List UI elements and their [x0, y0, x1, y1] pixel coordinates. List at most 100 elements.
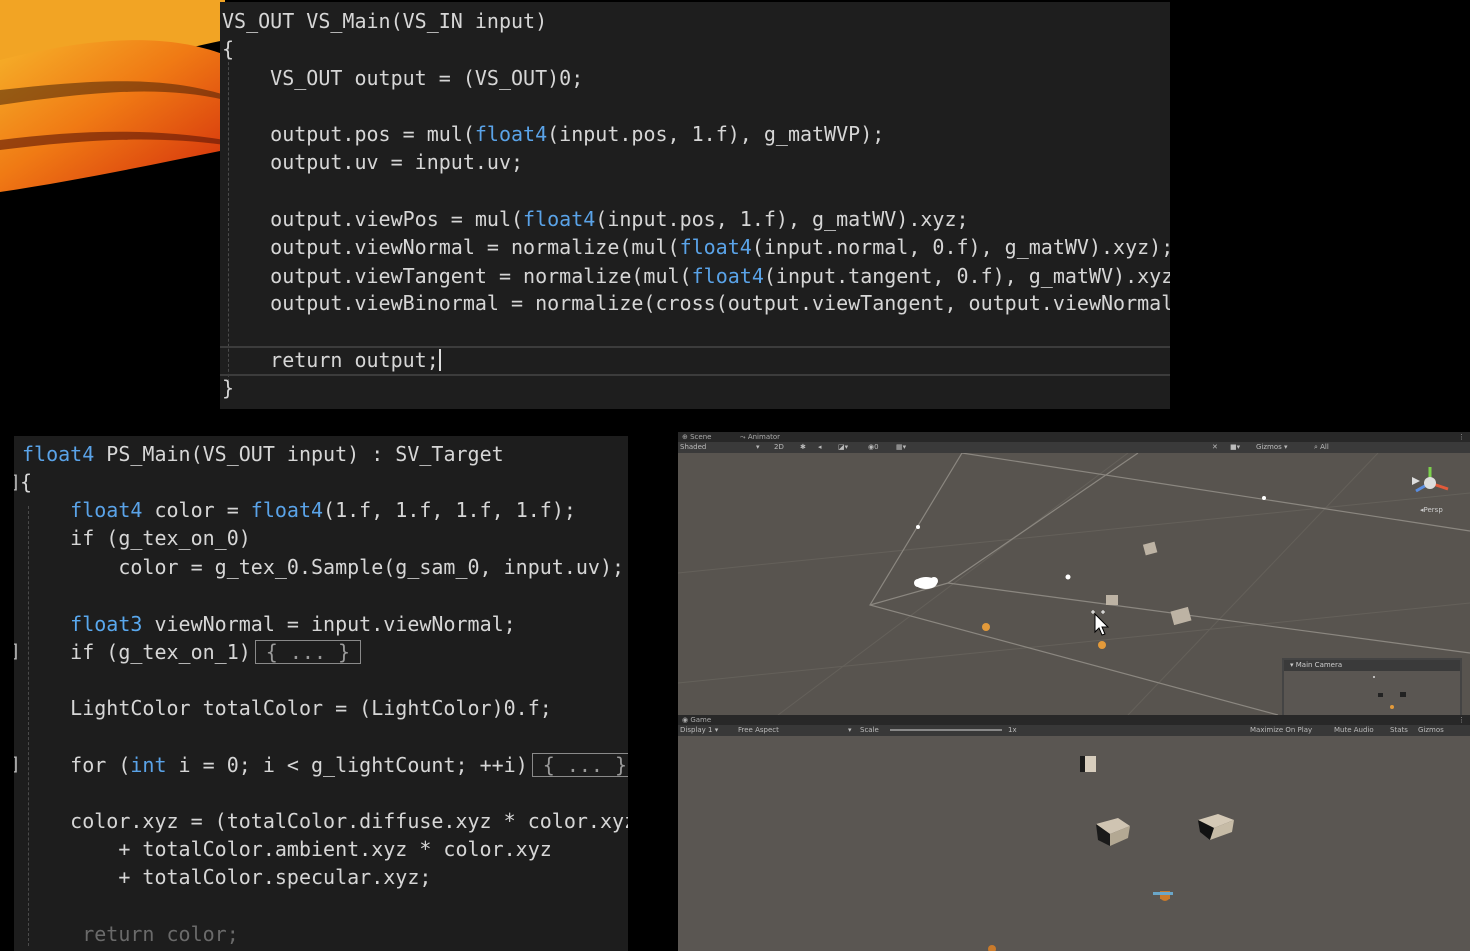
fold-marker[interactable]: ] — [14, 641, 21, 662]
code-token: (input.normal, 0.f), g_matWV).xyz); — [751, 235, 1170, 259]
code-line-5: color = g_tex_0.Sample(g_sam_0, input.uv… — [22, 555, 625, 579]
code-token: output.pos = mul( — [222, 122, 475, 146]
code-token: output.viewPos = mul( — [222, 207, 524, 231]
cursor-icon — [1089, 610, 1111, 642]
code-token: (input.pos, 1.f), g_matWV).xyz; — [595, 207, 969, 231]
more-icon[interactable]: ⋮ — [1458, 715, 1465, 725]
scene-toolbar: Shaded ▾ 2D ✱ ◂ ◪▾ ◉0 ▦▾ ✕ ■▾ Gizmos ▾ ⌕… — [678, 442, 1470, 453]
code-token: (input.tangent, 0.f), g_matWV).xyz); — [763, 264, 1170, 288]
keyword-token: float4 — [523, 207, 596, 231]
chevron-down-icon[interactable]: ▾ — [756, 442, 760, 453]
keyword-token: float4 — [250, 498, 324, 522]
code-line-6: output.viewPos = mul(float4(input.pos, 1… — [222, 205, 969, 233]
keyword-token: float4 — [474, 122, 548, 146]
shading-mode-dropdown[interactable]: Shaded — [680, 442, 706, 453]
code-line-3: VS_OUT output = (VS_OUT)0; — [222, 66, 584, 90]
code-token: PS_Main(VS_OUT input) : SV_Target — [94, 442, 504, 466]
keyword-token: float3 — [70, 612, 143, 636]
mode-2d-toggle[interactable]: 2D — [774, 442, 784, 453]
code-line-4: output.pos = mul(float4(input.pos, 1.f),… — [222, 120, 884, 148]
effects-icon[interactable]: ◪▾ — [838, 442, 848, 453]
hidden-objects-icon[interactable]: ◉0 — [868, 442, 879, 453]
persp-label[interactable]: ◂Persp — [1420, 506, 1443, 514]
code-line-6: float3 viewNormal = input.viewNormal; — [22, 610, 516, 638]
lighting-icon[interactable]: ✱ — [800, 442, 806, 453]
gizmos-dropdown[interactable]: Gizmos ▾ — [1256, 442, 1288, 453]
fold-marker[interactable]: ] — [14, 754, 21, 775]
collapsed-block[interactable]: { ... } — [531, 753, 628, 777]
camera-preview-view — [1373, 676, 1406, 709]
collapsed-block[interactable]: { ... } — [254, 640, 362, 664]
mute-audio-toggle[interactable]: Mute Audio — [1334, 725, 1374, 736]
scale-slider[interactable] — [890, 729, 1002, 731]
search-icon[interactable]: ⌕ All — [1314, 442, 1329, 453]
main-camera-preview: ▾ Main Camera — [1282, 658, 1462, 715]
code-line-12: + totalColor.specular.xyz; — [22, 865, 432, 889]
code-line-9: output.viewBinormal = normalize(cross(ou… — [222, 291, 1170, 315]
main-camera-text: Main Camera — [1295, 661, 1343, 669]
text-caret — [438, 349, 441, 371]
code-line-8: LightColor totalColor = (LightColor)0.f; — [22, 696, 552, 720]
code-token: if (g_tex_on_1) — [22, 640, 251, 664]
code-line-1: VS_OUT VS_Main(VS_IN input) — [222, 9, 548, 33]
background-swoosh — [0, 0, 225, 195]
code-token: (1.f, 1.f, 1.f, 1.f); — [323, 498, 576, 522]
game-toolbar: Display 1 ▾ Free Aspect ▾ Scale 1x Maxim… — [678, 725, 1470, 736]
tab-label: Scene — [690, 433, 712, 441]
code-line-7: if (g_tex_on_1){ ... } — [22, 638, 362, 666]
keyword-token: float4 — [70, 498, 143, 522]
stats-toggle[interactable]: Stats — [1390, 725, 1408, 736]
camera-icon[interactable]: ■▾ — [1230, 442, 1240, 453]
keyword-token: float4 — [22, 442, 95, 466]
tab-game[interactable]: ◉ Game — [682, 715, 711, 725]
persp-text: Persp — [1423, 506, 1443, 514]
code-line-7: output.viewNormal = normalize(mul(float4… — [222, 233, 1170, 261]
tab-animator[interactable]: ⤳ Animator — [740, 432, 780, 442]
shading-mode-label: Shaded — [680, 443, 707, 451]
code-token: viewNormal = input.viewNormal; — [142, 612, 516, 636]
code-line-10: color.xyz = (totalColor.diffuse.xyz * co… — [22, 809, 628, 833]
tab-label: Game — [690, 716, 712, 724]
code-line-1: float4 PS_Main(VS_OUT input) : SV_Target — [22, 440, 504, 468]
aspect-dropdown[interactable]: Free Aspect — [738, 725, 779, 736]
code-token: for ( — [22, 753, 131, 777]
display-label: Display 1 — [680, 726, 713, 734]
keyword-token: int — [130, 753, 167, 777]
code-line-11: + totalColor.ambient.xyz * color.xyz — [22, 837, 552, 861]
code-token: return output; — [222, 348, 439, 372]
display-dropdown[interactable]: Display 1 ▾ — [680, 725, 718, 736]
code-line-4: if (g_tex_on_0) — [22, 526, 251, 550]
keyword-token: float4 — [679, 235, 752, 259]
gizmos-label: Gizmos — [1256, 443, 1282, 451]
scene-tab-bar: ⊕ Scene ⤳ Animator ⋮ — [678, 432, 1470, 442]
tools-icon[interactable]: ✕ — [1212, 442, 1218, 453]
code-token: (input.pos, 1.f), g_matWVP); — [547, 122, 885, 146]
main-camera-title: ▾ Main Camera — [1284, 660, 1460, 671]
code-line-10: return output; — [222, 346, 441, 374]
scene-view[interactable]: ◂Persp ▾ Main Camera — [678, 453, 1470, 715]
game-view[interactable] — [678, 736, 1470, 951]
tab-scene[interactable]: ⊕ Scene — [682, 432, 711, 442]
tab-label: Animator — [747, 433, 781, 441]
code-line-2: { — [222, 37, 235, 61]
code-line-5: output.uv = input.uv; — [222, 150, 524, 174]
code-line-11: } — [222, 376, 235, 400]
code-line-2: { — [20, 470, 33, 494]
more-icon[interactable]: ⋮ — [1458, 432, 1465, 442]
code-line-9: for (int i = 0; i < g_lightCount; ++i){ … — [22, 751, 628, 779]
code-token: i = 0; i < g_lightCount; ++i) — [166, 753, 528, 777]
vertex-shader-editor[interactable]: VS_OUT VS_Main(VS_IN input) { VS_OUT out… — [220, 2, 1170, 409]
maximize-on-play-toggle[interactable]: Maximize On Play — [1250, 725, 1312, 736]
game-tab-bar: ◉ Game ⋮ — [678, 715, 1470, 725]
audio-icon[interactable]: ◂ — [818, 442, 822, 453]
scale-label: Scale — [860, 726, 879, 734]
chevron-down-icon[interactable]: ▾ — [848, 725, 852, 736]
keyword-token: float4 — [691, 264, 764, 288]
grid-icon[interactable]: ▦▾ — [896, 442, 906, 453]
code-token: output.viewTangent = normalize(mul( — [222, 264, 692, 288]
gizmos-toggle[interactable]: Gizmos — [1418, 725, 1444, 736]
pixel-shader-editor[interactable]: ] ] ] float4 PS_Main(VS_OUT input) : SV_… — [14, 436, 628, 951]
code-token: output.viewNormal = normalize(mul( — [222, 235, 680, 259]
